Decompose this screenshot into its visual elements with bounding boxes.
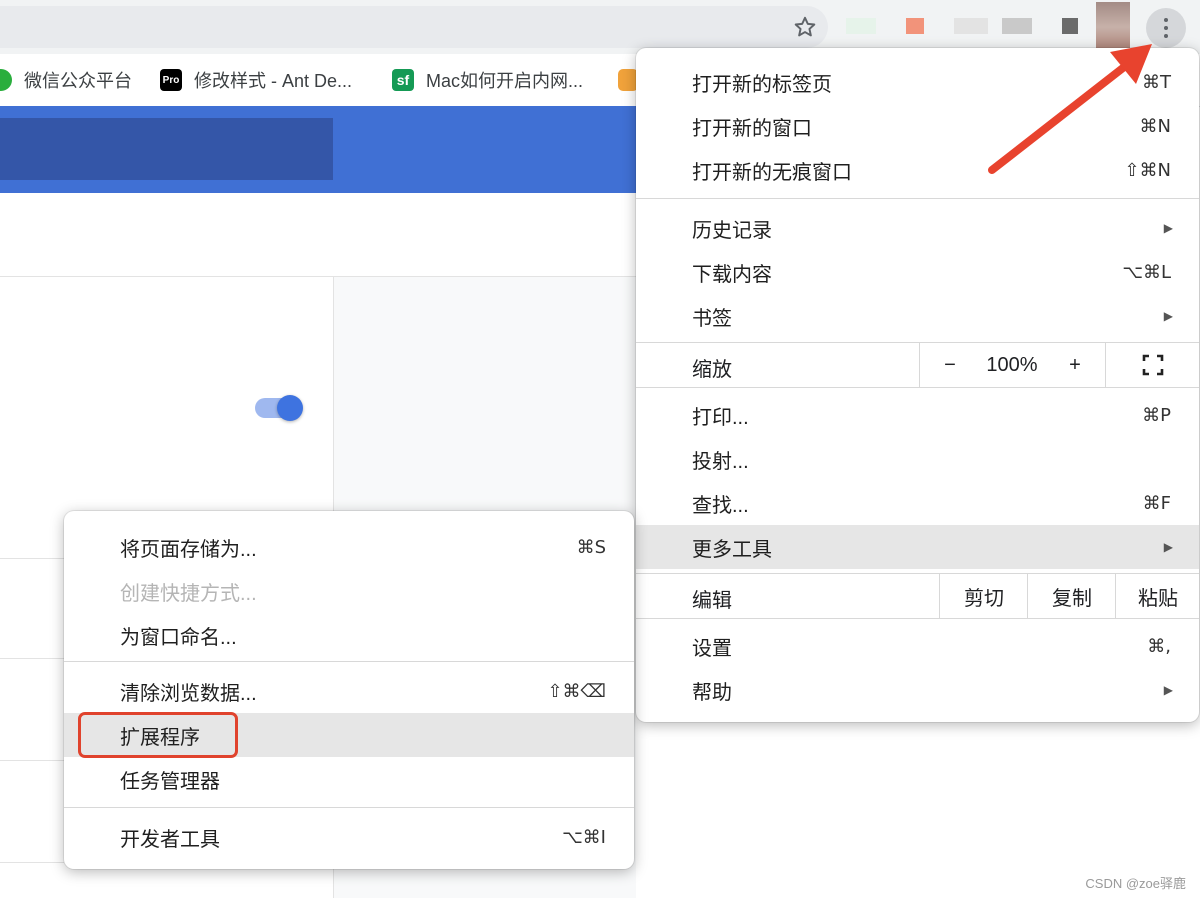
menu-separator [636, 198, 1199, 199]
menu-item-task-manager[interactable]: 任务管理器 [64, 757, 634, 801]
menu-separator [636, 618, 1199, 619]
shortcut: ⌥⌘I [561, 826, 606, 848]
menu-item-downloads[interactable]: 下载内容 ⌥⌘L [636, 250, 1199, 294]
menu-item-label: 为窗口命名... [120, 626, 237, 649]
menu-item-more-tools[interactable]: 更多工具 ▶ [636, 525, 1199, 569]
extension-icon[interactable] [846, 18, 876, 34]
zoom-in-button[interactable]: + [1045, 343, 1105, 387]
menu-item-label: 设置 [692, 637, 732, 660]
menu-item-label: 下载内容 [692, 263, 772, 286]
watermark: CSDN @zoe驿鹿 [1085, 876, 1186, 891]
fullscreen-icon [1142, 354, 1164, 376]
extension-icon[interactable] [1002, 18, 1032, 34]
annotation-arrow-icon [988, 44, 1152, 174]
menu-item-label: 创建快捷方式... [120, 582, 257, 605]
menu-item-label: 书签 [692, 307, 732, 330]
divider [0, 558, 64, 559]
menu-item-settings[interactable]: 设置 ⌘, [636, 624, 1199, 668]
pro-icon: Pro [160, 69, 182, 91]
extension-icon[interactable] [906, 18, 924, 34]
copy-button[interactable]: 复制 [1027, 574, 1116, 618]
submenu-arrow-icon: ▶ [1163, 309, 1173, 323]
extension-icon[interactable] [1062, 18, 1078, 34]
zoom-level: 100% [986, 353, 1038, 376]
zoom-row: 缩放 − 100% + [636, 343, 1199, 387]
menu-item-label: 查找... [692, 494, 749, 517]
menu-item-label: 更多工具 [692, 538, 772, 561]
menu-item-label: 打开新的无痕窗口 [692, 161, 852, 184]
edit-label: 编辑 [692, 590, 732, 612]
menu-item-help[interactable]: 帮助 ▶ [636, 668, 1199, 712]
menu-item-label: 投射... [692, 450, 749, 473]
shortcut: ⌘, [1147, 635, 1171, 657]
header-search-box[interactable] [0, 118, 333, 180]
shortcut: ⌘P [1142, 404, 1171, 426]
menu-item-cast[interactable]: 投射... [636, 437, 1199, 481]
bookmark-favicon-icon[interactable] [618, 69, 638, 91]
highlight-box [78, 712, 238, 758]
menu-item-name-window[interactable]: 为窗口命名... [64, 613, 634, 657]
menu-item-clear-data[interactable]: 清除浏览数据... ⇧⌘⌫ [64, 669, 634, 713]
menu-item-create-shortcut: 创建快捷方式... [64, 569, 634, 613]
extension-icon[interactable] [954, 18, 988, 34]
menu-separator [64, 807, 634, 808]
submenu-arrow-icon: ▶ [1163, 540, 1173, 554]
bookmark-item[interactable]: 微信公众平台 [0, 66, 132, 94]
bookmark-star-icon[interactable] [792, 14, 818, 40]
bookmark-label: 修改样式 - Ant De... [194, 71, 353, 91]
menu-item-label: 开发者工具 [120, 828, 220, 851]
edit-row: 编辑 剪切 复制 粘贴 [636, 574, 1199, 618]
shortcut: ⌘F [1142, 492, 1171, 514]
address-bar[interactable] [0, 6, 828, 48]
bookmark-item[interactable]: sf Mac如何开启内网... [392, 66, 583, 94]
divider [0, 760, 64, 761]
submenu-arrow-icon: ▶ [1163, 683, 1173, 697]
bookmark-item[interactable]: Pro 修改样式 - Ant De... [160, 66, 352, 94]
shortcut: ⌥⌘L [1122, 261, 1171, 283]
zoom-label: 缩放 [692, 359, 732, 381]
menu-separator [64, 661, 634, 662]
menu-item-label: 打开新的标签页 [692, 73, 832, 96]
menu-item-find[interactable]: 查找... ⌘F [636, 481, 1199, 525]
menu-item-label: 将页面存储为... [120, 538, 257, 561]
menu-item-print[interactable]: 打印... ⌘P [636, 393, 1199, 437]
menu-separator [636, 387, 1199, 388]
submenu-arrow-icon: ▶ [1163, 221, 1173, 235]
shortcut: ⇧⌘⌫ [547, 680, 606, 702]
bookmark-label: Mac如何开启内网... [426, 71, 584, 91]
menu-item-label: 打印... [692, 406, 749, 429]
menu-item-label: 帮助 [692, 681, 732, 704]
menu-item-label: 历史记录 [692, 219, 772, 242]
sf-icon: sf [392, 69, 414, 91]
menu-item-label: 任务管理器 [120, 770, 220, 793]
bookmark-label: 微信公众平台 [24, 71, 132, 91]
fullscreen-button[interactable] [1105, 343, 1200, 387]
menu-item-bookmarks[interactable]: 书签 ▶ [636, 294, 1199, 338]
menu-item-history[interactable]: 历史记录 ▶ [636, 206, 1199, 250]
menu-item-label: 打开新的窗口 [692, 117, 812, 140]
shortcut: ⌘S [576, 536, 606, 558]
divider [0, 862, 64, 863]
cut-button[interactable]: 剪切 [939, 574, 1028, 618]
more-tools-submenu: 将页面存储为... ⌘S 创建快捷方式... 为窗口命名... 清除浏览数据..… [64, 511, 634, 869]
divider [0, 658, 64, 659]
zoom-out-button[interactable]: − [919, 343, 980, 387]
menu-item-save-page[interactable]: 将页面存储为... ⌘S [64, 525, 634, 569]
menu-item-label: 清除浏览数据... [120, 682, 257, 705]
paste-button[interactable]: 粘贴 [1115, 574, 1200, 618]
menu-item-developer-tools[interactable]: 开发者工具 ⌥⌘I [64, 815, 634, 859]
toggle-knob[interactable] [277, 395, 303, 421]
wechat-icon [0, 69, 12, 91]
